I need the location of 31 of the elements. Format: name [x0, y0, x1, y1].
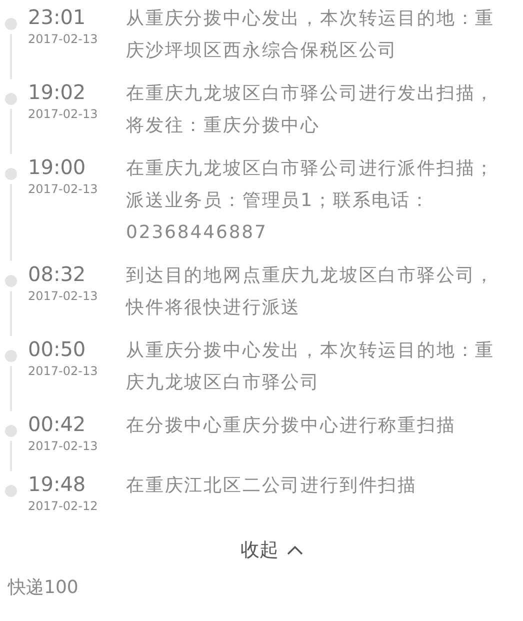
event-time: 23:01 — [28, 4, 87, 30]
timeline-dot — [5, 425, 17, 437]
event-date: 2017-02-12 — [28, 498, 99, 515]
event-description: 从重庆分拨中心发出，本次转运目的地：重庆九龙坡区白市驿公司 — [126, 339, 496, 395]
event-time: 19:48 — [28, 471, 87, 497]
event-date: 2017-02-13 — [28, 363, 99, 380]
timeline-dot — [5, 275, 17, 287]
event-date: 2017-02-13 — [28, 288, 99, 305]
event-date: 2017-02-13 — [28, 181, 99, 198]
timeline-dot — [5, 485, 17, 497]
event-time: 19:02 — [28, 79, 87, 105]
event-date: 2017-02-13 — [28, 106, 99, 123]
timeline-dot — [5, 18, 17, 30]
event-description: 在重庆九龙坡区白市驿公司进行派件扫描；派送业务员：管理员1；联系电话：02368446887 — [126, 157, 496, 245]
event-date: 2017-02-13 — [28, 438, 99, 455]
event-description: 在重庆江北区二公司进行到件扫描 — [126, 474, 418, 498]
event-time: 00:50 — [28, 336, 87, 362]
event-description: 在重庆九龙坡区白市驿公司进行发出扫描，将发往：重庆分拨中心 — [126, 82, 496, 138]
event-time: 00:42 — [28, 411, 87, 437]
event-description: 在分拨中心重庆分拨中心进行称重扫描 — [126, 414, 457, 438]
caret-up-icon — [286, 545, 302, 555]
brand-label: 快递100 — [6, 576, 80, 599]
timeline-dot — [5, 168, 17, 180]
event-description: 从重庆分拨中心发出，本次转运目的地：重庆沙坪坝区西永综合保税区公司 — [126, 7, 496, 63]
timeline-dot — [5, 350, 17, 362]
collapse-button[interactable]: 收起 — [234, 533, 308, 567]
event-description: 到达目的地网点重庆九龙坡区白市驿公司，快件将很快进行派送 — [126, 264, 496, 320]
event-time: 08:32 — [28, 261, 87, 287]
event-date: 2017-02-13 — [28, 31, 99, 48]
timeline-dot — [5, 93, 17, 105]
event-time: 19:00 — [28, 154, 87, 180]
